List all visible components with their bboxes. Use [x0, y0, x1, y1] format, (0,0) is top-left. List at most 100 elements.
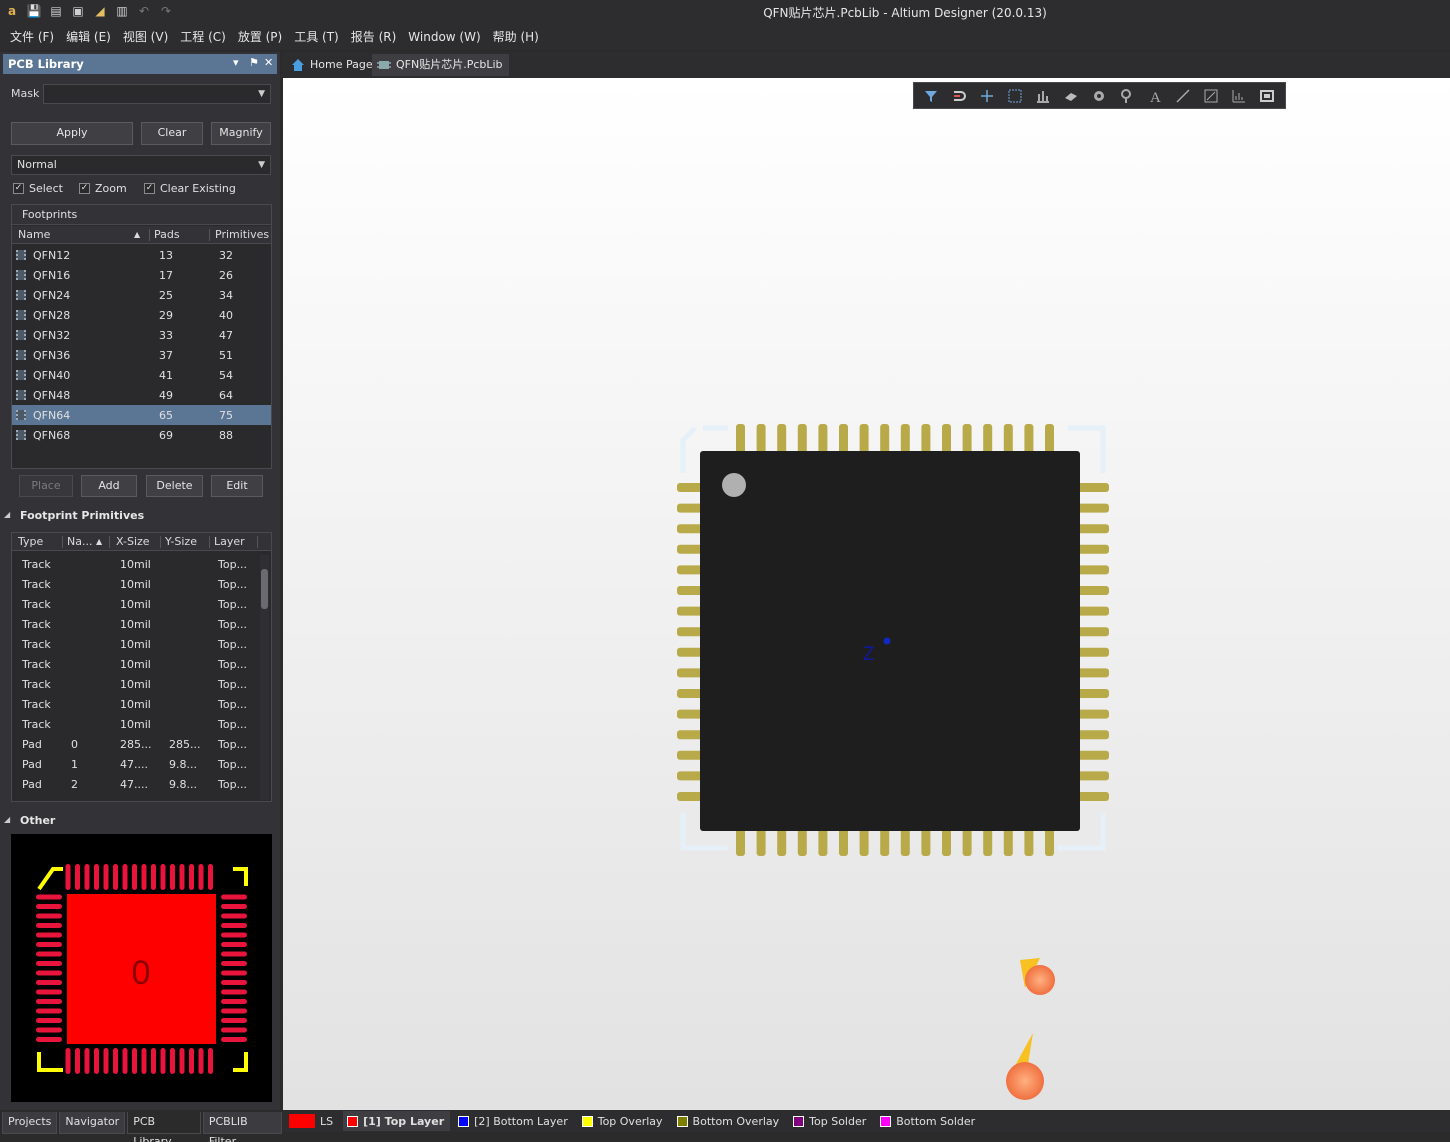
- orientation-sphere-lower[interactable]: [1006, 1062, 1044, 1100]
- col-primitives[interactable]: Primitives: [215, 228, 269, 241]
- clear-existing-checkbox[interactable]: ✓ Clear Existing: [144, 182, 236, 195]
- magnify-button[interactable]: Magnify: [211, 122, 271, 145]
- menu-edit[interactable]: 编辑 (E): [60, 24, 117, 50]
- add-button[interactable]: Add: [81, 475, 137, 497]
- primitive-row[interactable]: Track 10mil Top...: [12, 594, 259, 614]
- edit-button[interactable]: Edit: [211, 475, 263, 497]
- col-y-size[interactable]: Y-Size: [165, 535, 197, 548]
- menu-place[interactable]: 放置 (P): [232, 24, 288, 50]
- primitive-name: 0: [71, 738, 78, 751]
- menu-project[interactable]: 工程 (C): [174, 24, 232, 50]
- primitive-row[interactable]: Track 10mil Top...: [12, 654, 259, 674]
- menu-reports[interactable]: 报告 (R): [345, 24, 403, 50]
- menu-tools[interactable]: 工具 (T): [288, 24, 345, 50]
- primitive-row[interactable]: Track 10mil Top...: [12, 714, 259, 734]
- close-icon[interactable]: ✕: [264, 56, 273, 69]
- layer-tab-top-overlay[interactable]: Top Overlay: [578, 1111, 669, 1131]
- preview-pad: [189, 864, 194, 890]
- footprint-row[interactable]: QFN40 41 54: [12, 365, 271, 385]
- save-icon[interactable]: 💾: [26, 3, 42, 19]
- menu-window[interactable]: Window (W): [402, 24, 486, 50]
- place-button[interactable]: Place: [19, 475, 73, 497]
- tab-pcb-library[interactable]: PCB Library: [127, 1112, 201, 1142]
- origin-label: Z: [863, 644, 875, 665]
- mask-combo[interactable]: ▼: [43, 84, 271, 104]
- footprint-icon: [16, 270, 26, 280]
- menu-file[interactable]: 文件 (F): [4, 24, 60, 50]
- pcb-canvas[interactable]: A Z: [283, 78, 1450, 1110]
- layer-tab-bottom-layer[interactable]: [2] Bottom Layer: [454, 1111, 574, 1131]
- primitives-section: Type Na... ▲ X-Size Y-Size Layer Track 10…: [11, 532, 272, 802]
- primitive-row[interactable]: Pad 1 47.... 9.8... Top...: [12, 754, 259, 774]
- tab-pcblib-filter[interactable]: PCBLIB Filter: [202, 1112, 282, 1142]
- primitive-row[interactable]: Track 10mil Top...: [12, 614, 259, 634]
- preview-pad: [36, 932, 62, 938]
- footprint-row[interactable]: QFN68 69 88: [12, 425, 271, 445]
- undo-icon[interactable]: ↶: [136, 3, 152, 19]
- delete-button[interactable]: Delete: [146, 475, 203, 497]
- tab-navigator[interactable]: Navigator: [59, 1112, 126, 1134]
- layer-tab-bottom-overlay[interactable]: Bottom Overlay: [673, 1111, 786, 1131]
- filter-mode-select[interactable]: Normal ▼: [11, 155, 271, 175]
- primitive-row[interactable]: Track 10mil Top...: [12, 554, 259, 574]
- primitive-type: Pad: [22, 778, 42, 791]
- footprint-row[interactable]: QFN36 37 51: [12, 345, 271, 365]
- layer-set-button[interactable]: LS: [285, 1111, 339, 1131]
- primitive-x-size: 10mil: [120, 558, 151, 571]
- col-name[interactable]: Na...: [67, 535, 92, 548]
- open-icon[interactable]: ▥: [114, 3, 130, 19]
- document-tabs: Home Page QFN贴片芯片.PcbLib: [282, 52, 1450, 78]
- footprint-row[interactable]: QFN48 49 64: [12, 385, 271, 405]
- pin-icon[interactable]: ⚑: [249, 56, 259, 69]
- footprint-row[interactable]: QFN28 29 40: [12, 305, 271, 325]
- primitive-row[interactable]: Track 10mil Top...: [12, 674, 259, 694]
- print-icon[interactable]: ▣: [70, 3, 86, 19]
- apply-button[interactable]: Apply: [11, 122, 133, 145]
- collapse-icon[interactable]: ◢: [4, 510, 10, 519]
- primitive-row[interactable]: Pad 0 285... 285... Top...: [12, 734, 259, 754]
- layer-tab-top-layer[interactable]: [1] Top Layer: [343, 1111, 451, 1131]
- save-all-icon[interactable]: ▤: [48, 3, 64, 19]
- clear-button[interactable]: Clear: [141, 122, 203, 145]
- footprint-row-selected[interactable]: QFN64 65 75: [12, 405, 271, 425]
- preview-pad: [36, 951, 62, 957]
- tab-pcblib-document[interactable]: QFN贴片芯片.PcbLib: [372, 54, 509, 76]
- collapse-icon[interactable]: ◢: [4, 815, 10, 824]
- footprint-name: QFN48: [33, 389, 71, 402]
- title-bar: a 💾 ▤ ▣ ◢ ▥ ↶ ↷ QFN贴片芯片.PcbLib - Altium …: [0, 0, 1450, 24]
- preview-pad: [65, 864, 71, 890]
- menu-help[interactable]: 帮助 (H): [487, 24, 545, 50]
- layer-label: Top Solder: [809, 1114, 867, 1128]
- footprint-row[interactable]: QFN24 25 34: [12, 285, 271, 305]
- origin-marker: [883, 637, 891, 645]
- footprint-row[interactable]: QFN32 33 47: [12, 325, 271, 345]
- col-name[interactable]: Name: [18, 228, 50, 241]
- preview-pad: [94, 1048, 99, 1074]
- preview-pad: [198, 1048, 204, 1074]
- orientation-sphere-upper[interactable]: [1025, 965, 1055, 995]
- primitive-x-size: 10mil: [120, 698, 151, 711]
- primitive-row[interactable]: Track 10mil Top...: [12, 694, 259, 714]
- col-layer[interactable]: Layer: [214, 535, 245, 548]
- primitive-row[interactable]: Track 10mil Top...: [12, 634, 259, 654]
- zoom-checkbox[interactable]: ✓ Zoom: [79, 182, 127, 195]
- layer-tab-bottom-solder[interactable]: Bottom Solder: [876, 1111, 981, 1131]
- primitive-row[interactable]: Track 10mil Top...: [12, 574, 259, 594]
- open-folder-icon[interactable]: ◢: [92, 3, 108, 19]
- footprint-row[interactable]: QFN16 17 26: [12, 265, 271, 285]
- primitives-scrollbar[interactable]: [260, 555, 269, 800]
- col-pads[interactable]: Pads: [154, 228, 180, 241]
- scrollbar-thumb[interactable]: [261, 569, 268, 609]
- layer-tab-top-solder[interactable]: Top Solder: [789, 1111, 872, 1131]
- footprint-row[interactable]: QFN12 13 32: [12, 245, 271, 265]
- col-type[interactable]: Type: [18, 535, 43, 548]
- panel-menu-icon[interactable]: ▾: [233, 56, 239, 69]
- select-checkbox[interactable]: ✓ Select: [13, 182, 63, 195]
- primitive-row[interactable]: Pad 2 47.... 9.8... Top...: [12, 774, 259, 794]
- redo-icon[interactable]: ↷: [158, 3, 174, 19]
- footprint-pads: 65: [159, 409, 173, 422]
- col-x-size[interactable]: X-Size: [116, 535, 150, 548]
- tab-home-page[interactable]: Home Page: [286, 54, 379, 76]
- tab-projects[interactable]: Projects: [2, 1112, 58, 1134]
- menu-view[interactable]: 视图 (V): [117, 24, 174, 50]
